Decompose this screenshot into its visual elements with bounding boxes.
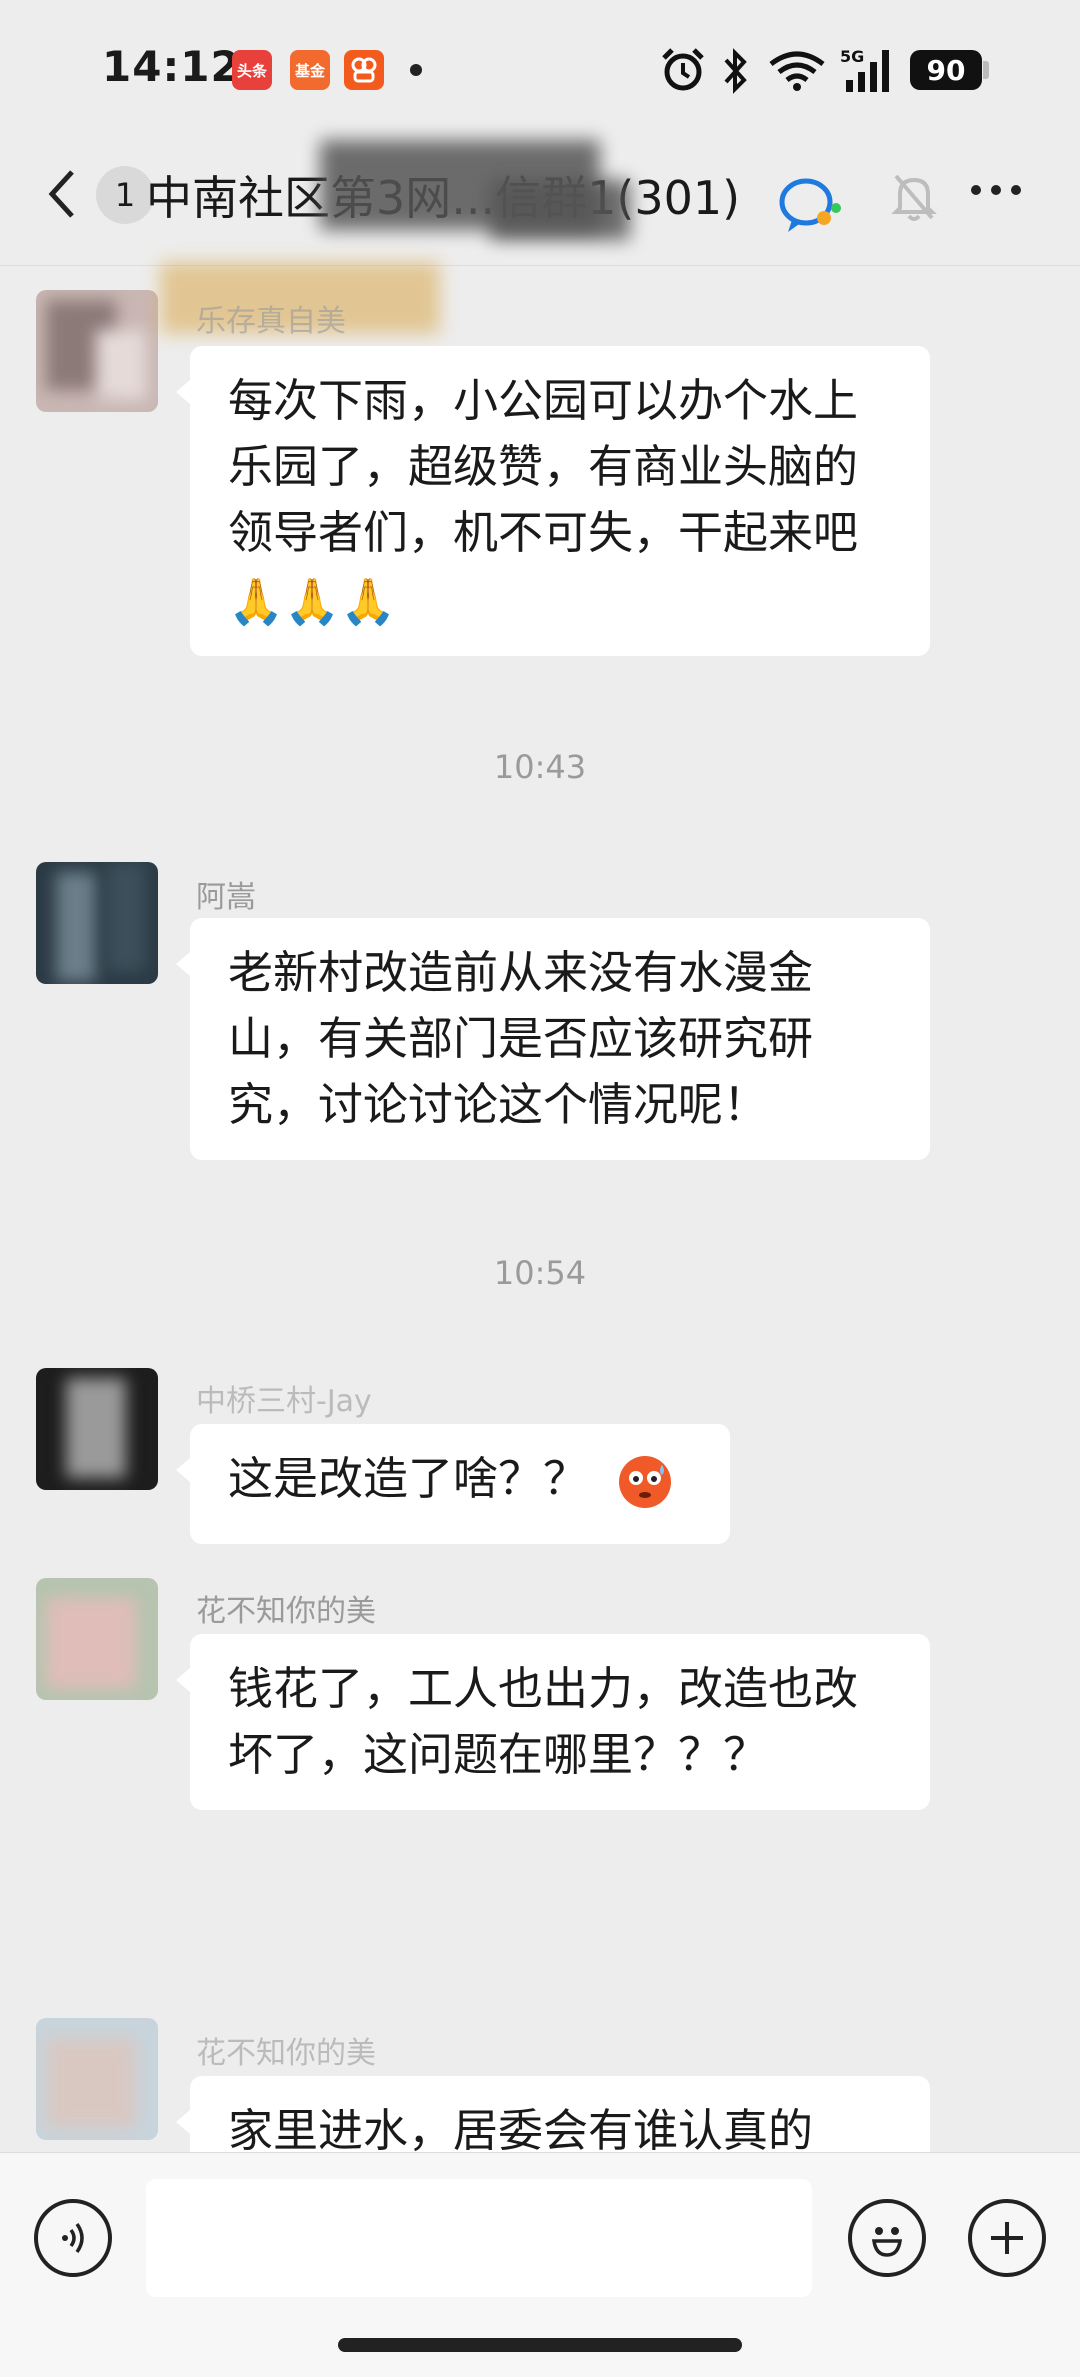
message-input[interactable]: [146, 2179, 812, 2297]
voice-wave-icon: [62, 2222, 84, 2254]
group-chat-icon[interactable]: [776, 174, 848, 236]
battery-tip: [983, 61, 989, 79]
timestamp: 10:43: [493, 748, 587, 786]
fund-app-icon: 基金: [290, 50, 330, 90]
avatar[interactable]: [36, 290, 158, 412]
voice-icon[interactable]: [34, 2199, 112, 2277]
back-arrow-icon[interactable]: [42, 164, 82, 224]
wifi-icon: [769, 51, 825, 91]
cellular-5g-icon: 5G: [840, 47, 889, 92]
message-bubble[interactable]: 每次下雨，小公园可以办个水上乐园了，超级赞，有商业头脑的领导者们，机不可失，干起…: [176, 346, 930, 656]
kuaishou-app-icon: [344, 50, 384, 90]
battery-indicator: 90: [910, 50, 982, 90]
flushed-face-emoji: [619, 1456, 672, 1508]
message-bubble[interactable]: 老新村改造前从来没有水漫金山，有关部门是否应该研究研究，讨论讨论这个情况呢！: [176, 918, 930, 1160]
message-bubble[interactable]: 这是改造了啥？？: [176, 1424, 730, 1544]
smiley-face-icon: [871, 2227, 903, 2257]
unread-count: 1: [114, 176, 136, 214]
fund-label: 基金: [294, 61, 325, 80]
sender-name: 花不知你的美: [196, 2036, 376, 2071]
bluetooth-icon: [724, 48, 747, 94]
emoji-icon[interactable]: [848, 2199, 926, 2277]
privacy-blur: [490, 180, 630, 240]
plus-icon[interactable]: [968, 2199, 1046, 2277]
message-bubble[interactable]: 钱花了，工人也出力，改造也改坏了，这问题在哪里？？？: [176, 1634, 930, 1810]
avatar[interactable]: [36, 2018, 158, 2140]
network-type: 5G: [840, 47, 864, 66]
more-options-icon[interactable]: [968, 180, 1024, 200]
message-text: 每次下雨，小公园可以办个水上乐园了，超级赞，有商业头脑的领导者们，机不可失，干起…: [228, 374, 859, 559]
notification-dot: [410, 64, 422, 76]
message-text: 老新村改造前从来没有水漫金山，有关部门是否应该研究研究，讨论讨论这个情况呢！: [228, 946, 814, 1131]
toutiao-app-icon: 头条: [232, 50, 272, 90]
sender-name: 花不知你的美: [196, 1594, 376, 1629]
chat-title-bar: 1 中南社区第3网...信群1(301): [0, 140, 1080, 266]
message-text: 家里进水，居委会有谁认真的: [228, 2104, 814, 2157]
sender-name: 乐存真自美: [196, 304, 346, 339]
avatar[interactable]: [36, 1578, 158, 1700]
plus-sign-icon: [991, 2222, 1023, 2254]
battery-level: 90: [926, 53, 966, 87]
message-text: 这是改造了啥？？: [228, 1452, 589, 1505]
status-time: 14:12: [102, 42, 241, 91]
home-indicator[interactable]: [338, 2338, 742, 2352]
sender-name: 中桥三村-Jay: [196, 1384, 372, 1419]
praying-hands-emoji: 🙏🙏🙏: [228, 575, 397, 628]
status-bar: 14:12 头条 基金 5G 90: [0, 0, 1080, 140]
message-text: 钱花了，工人也出力，改造也改坏了，这问题在哪里？？？: [228, 1662, 859, 1781]
timestamp: 10:54: [493, 1254, 587, 1292]
toutiao-label: 头条: [236, 61, 267, 80]
mute-bell-icon[interactable]: [890, 170, 938, 224]
avatar[interactable]: [36, 1368, 158, 1490]
alarm-icon: [662, 48, 704, 91]
sender-name: 阿嵩: [196, 880, 256, 915]
avatar[interactable]: [36, 862, 158, 984]
